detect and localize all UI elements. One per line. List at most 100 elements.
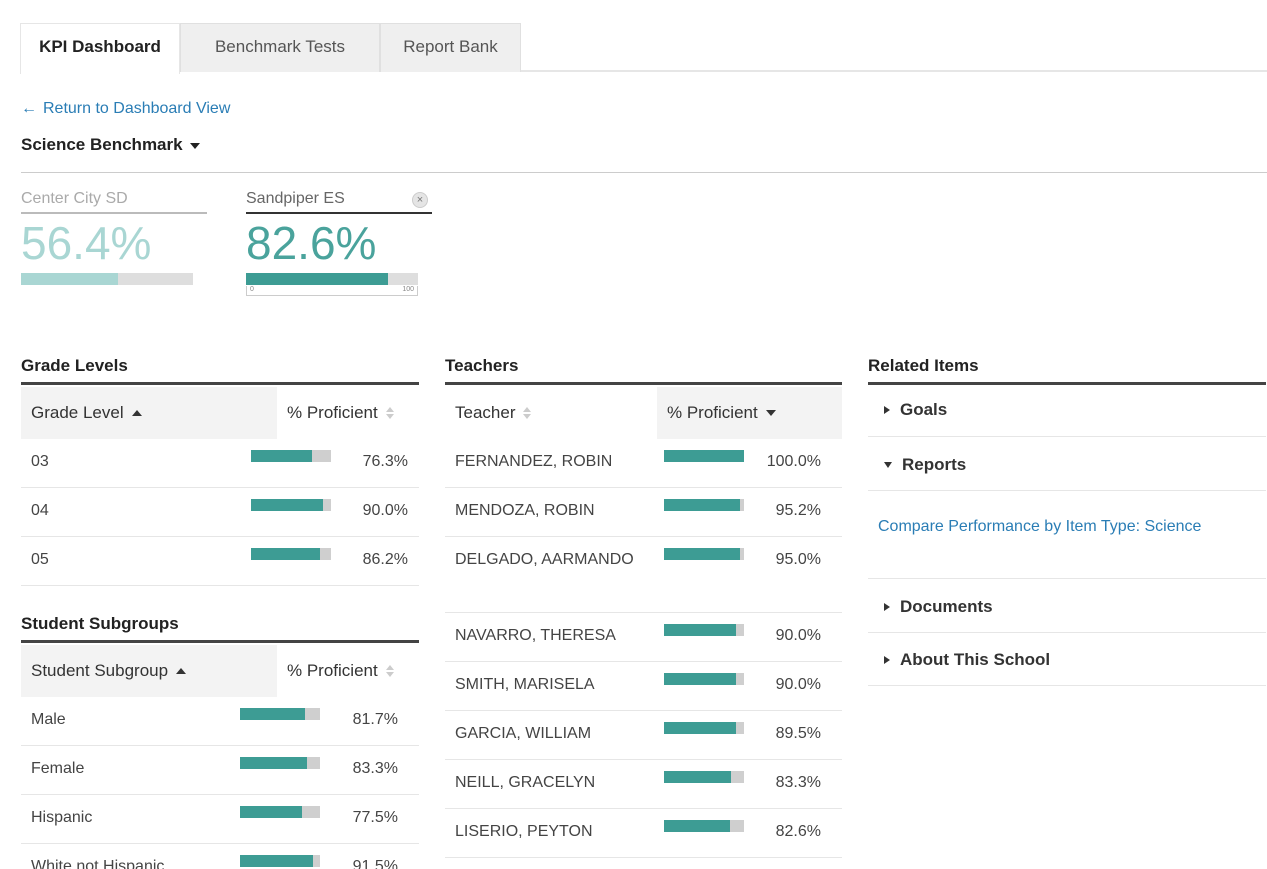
kpi-scale: 0 100 (246, 286, 418, 296)
sort-icon (523, 407, 532, 419)
table-row: Male 81.7% (21, 697, 419, 746)
table-row: MENDOZA, ROBIN 95.2% (445, 488, 842, 537)
row-name: SMITH, MARISELA (455, 676, 595, 693)
column-header-proficient[interactable]: % Proficient (657, 387, 842, 439)
table-row: 05 86.2% (21, 537, 419, 586)
table-body: FERNANDEZ, ROBIN 100.0% MENDOZA, ROBIN 95.2… (445, 439, 842, 858)
row-name: 03 (31, 453, 49, 470)
row-percent: 95.2% (775, 502, 821, 519)
caret-down-icon (189, 142, 200, 149)
proficiency-bar (251, 499, 331, 511)
proficiency-bar (664, 624, 744, 636)
student-subgroups-table: Student Subgroup % Proficient Male 81.7% F… (21, 645, 419, 869)
row-percent: 76.3% (362, 453, 408, 470)
proficiency-bar-fill (251, 548, 320, 560)
tab-kpi-dashboard[interactable]: KPI Dashboard (20, 23, 180, 74)
table-row: LISERIO, PEYTON 82.6% (445, 809, 842, 858)
close-icon[interactable]: × (412, 192, 428, 208)
kpi-card-district: Center City SD 56.4% (21, 190, 207, 285)
proficiency-bar (664, 673, 744, 685)
table-body: 03 76.3% 04 90.0% 05 86.2% (21, 439, 419, 586)
row-percent: 86.2% (362, 551, 408, 568)
return-to-dashboard-link[interactable]: ← Return to Dashboard View (21, 100, 230, 118)
sort-icon (385, 407, 394, 419)
kpi-label: Center City SD (21, 190, 207, 214)
row-name: LISERIO, PEYTON (455, 823, 593, 840)
column-header-proficient[interactable]: % Proficient (277, 645, 419, 697)
row-name: Female (31, 760, 85, 777)
related-items-title: Related Items (868, 356, 1266, 385)
column-header-label: % Proficient (287, 403, 378, 422)
kpi-card-school: Sandpiper ES × 82.6% 0 100 (246, 190, 432, 296)
related-item-goals[interactable]: Goals (868, 387, 1266, 437)
related-item-documents[interactable]: Documents (868, 579, 1266, 633)
tab-bar: KPI Dashboard Benchmark Tests Report Ban… (20, 23, 1267, 74)
triangle-right-icon (884, 655, 890, 664)
row-name: Hispanic (31, 809, 93, 826)
row-name: 04 (31, 502, 49, 519)
triangle-right-icon (884, 405, 890, 414)
tab-report-bank[interactable]: Report Bank (380, 23, 521, 72)
sort-descending-icon (765, 410, 776, 416)
row-name: FERNANDEZ, ROBIN (455, 453, 613, 470)
report-link-compare-performance[interactable]: Compare Performance by Item Type: Scienc… (878, 518, 1201, 536)
column-header-proficient[interactable]: % Proficient (277, 387, 419, 439)
row-percent: 91.5% (352, 858, 398, 869)
row-name: Male (31, 711, 66, 728)
table-row: 04 90.0% (21, 488, 419, 537)
column-header-teacher[interactable]: Teacher (445, 387, 657, 439)
benchmark-dropdown[interactable]: Science Benchmark (21, 135, 200, 155)
proficiency-bar (664, 450, 744, 462)
table-row: Hispanic 77.5% (21, 795, 419, 844)
grade-levels-title: Grade Levels (21, 356, 419, 385)
row-percent: 90.0% (775, 627, 821, 644)
proficiency-bar (664, 499, 744, 511)
proficiency-bar (664, 820, 744, 832)
proficiency-bar-fill (664, 450, 744, 462)
table-row: GARCIA, WILLIAM 89.5% (445, 711, 842, 760)
column-header-label: % Proficient (667, 403, 758, 422)
benchmark-dropdown-label: Science Benchmark (21, 135, 183, 154)
scale-max: 100 (402, 286, 414, 293)
teachers-table: Teacher % Proficient FERNANDEZ, ROBIN 100… (445, 387, 842, 858)
table-header: Student Subgroup % Proficient (21, 645, 419, 697)
proficiency-bar-fill (240, 855, 314, 867)
column-header-student-subgroup[interactable]: Student Subgroup (21, 645, 277, 697)
table-row: 03 76.3% (21, 439, 419, 488)
triangle-right-icon (884, 602, 890, 611)
table-header: Grade Level % Proficient (21, 387, 419, 439)
proficiency-bar-fill (664, 624, 736, 636)
proficiency-bar-fill (664, 548, 740, 560)
proficiency-bar-fill (251, 499, 323, 511)
row-percent: 82.6% (775, 823, 821, 840)
tab-benchmark-tests[interactable]: Benchmark Tests (180, 23, 380, 72)
related-item-reports[interactable]: Reports (868, 437, 1266, 491)
row-name: White not Hispanic (31, 858, 165, 869)
row-name: NAVARRO, THERESA (455, 627, 616, 644)
divider (21, 172, 1267, 173)
kpi-label-school: Sandpiper ES × (246, 190, 432, 214)
column-header-label: Teacher (455, 403, 516, 422)
proficiency-bar-fill (664, 820, 731, 832)
sort-ascending-icon (176, 668, 187, 674)
table-header: Teacher % Proficient (445, 387, 842, 439)
related-item-label: Reports (902, 455, 967, 474)
sort-icon (385, 665, 394, 677)
scale-min: 0 (250, 286, 254, 293)
column-header-grade-level[interactable]: Grade Level (21, 387, 277, 439)
kpi-label-text: Sandpiper ES (246, 190, 345, 207)
proficiency-bar (240, 757, 320, 769)
proficiency-bar-fill (664, 771, 731, 783)
row-percent: 83.3% (775, 774, 821, 791)
related-item-about-this-school[interactable]: About This School (868, 633, 1266, 686)
kpi-progress-bar (21, 273, 193, 285)
kpi-value: 82.6% (246, 217, 377, 269)
kpi-progress-bar (246, 273, 418, 285)
related-item-label: Goals (900, 400, 948, 419)
proficiency-bar (240, 806, 320, 818)
column-header-label: % Proficient (287, 661, 378, 680)
row-percent: 90.0% (775, 676, 821, 693)
table-row: NAVARRO, THERESA 90.0% (445, 613, 842, 662)
table-row: SMITH, MARISELA 90.0% (445, 662, 842, 711)
proficiency-bar-fill (664, 722, 736, 734)
